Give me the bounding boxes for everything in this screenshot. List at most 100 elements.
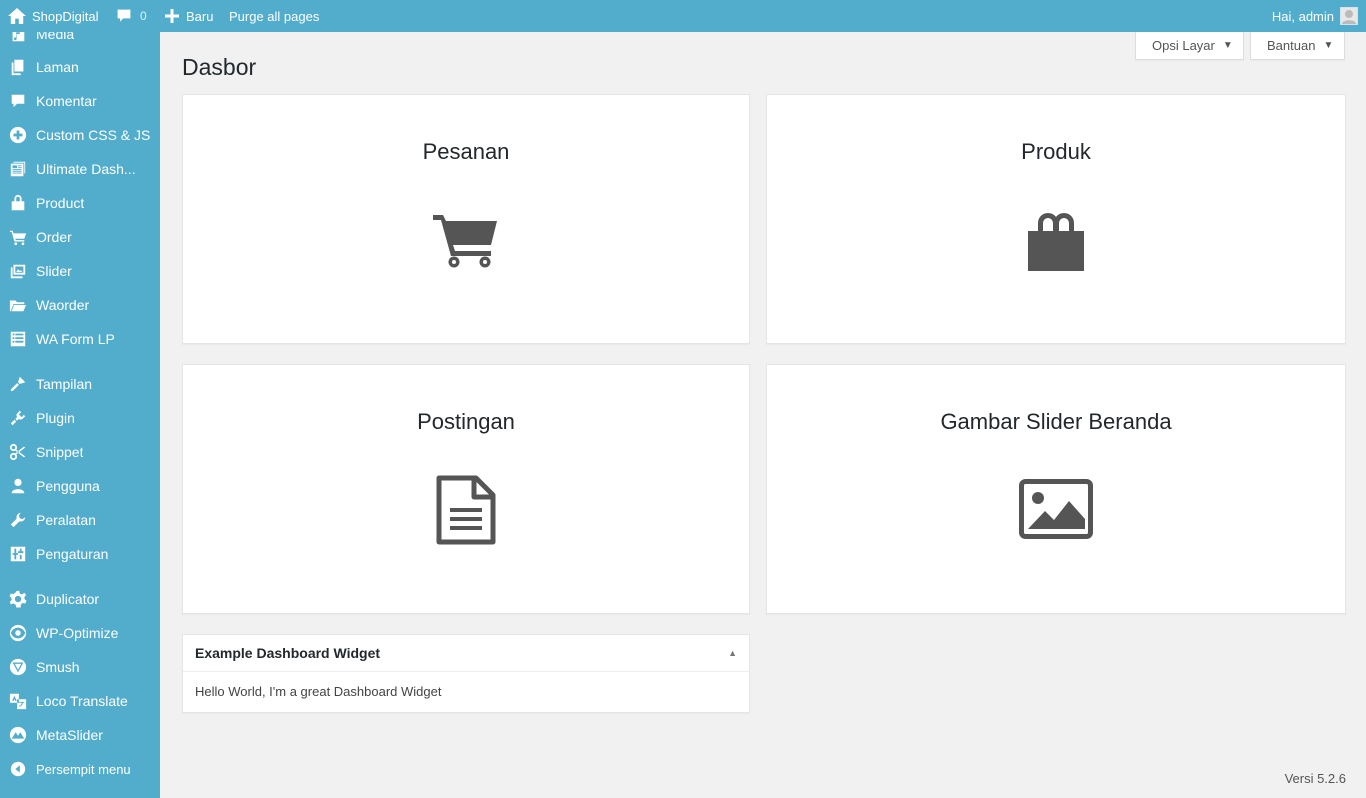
comment-icon bbox=[117, 9, 131, 22]
card-title: Postingan bbox=[417, 409, 515, 434]
plus-icon bbox=[165, 9, 179, 23]
comments-link[interactable]: 0 bbox=[116, 0, 147, 32]
sidebar-item-snippet[interactable]: Snippet bbox=[0, 435, 160, 469]
sidebar-item-order[interactable]: Order bbox=[0, 220, 160, 254]
purge-all-pages-link[interactable]: Purge all pages bbox=[229, 0, 319, 32]
sidebar-item-label: MetaSlider bbox=[36, 727, 103, 743]
purge-label: Purge all pages bbox=[229, 8, 320, 24]
main-content: Opsi Layar ▼ Bantuan ▼ Dasbor Pesanan Pr… bbox=[160, 32, 1366, 798]
settings-icon bbox=[0, 545, 36, 563]
card-title: Gambar Slider Beranda bbox=[940, 409, 1172, 434]
sidebar-item-label: Pengaturan bbox=[36, 546, 109, 562]
sidebar-item-slider[interactable]: Slider bbox=[0, 254, 160, 288]
widget-header[interactable]: Example Dashboard Widget ▲ bbox=[183, 635, 749, 672]
greeting: Hai, admin bbox=[1271, 8, 1334, 24]
translate-icon bbox=[0, 692, 36, 710]
sidebar-item-label: Persempit menu bbox=[36, 761, 131, 777]
account-menu[interactable]: Hai, admin bbox=[1272, 0, 1358, 32]
card-title: Produk bbox=[1021, 139, 1091, 164]
site-name: ShopDigital bbox=[32, 8, 99, 24]
collapse-toggle-icon[interactable]: ▲ bbox=[728, 648, 737, 658]
widget-body: Hello World, I'm a great Dashboard Widge… bbox=[195, 684, 442, 699]
admin-bar: ShopDigital 0 Baru Purge all pages Hai, … bbox=[0, 0, 1366, 32]
sidebar-item-metaslider[interactable]: MetaSlider bbox=[0, 718, 160, 752]
comments-count: 0 bbox=[140, 9, 147, 23]
sidebar-item-label: Tampilan bbox=[36, 376, 93, 392]
sidebar-item-label: WA Form LP bbox=[36, 331, 115, 347]
sidebar-item-label: Peralatan bbox=[36, 512, 96, 528]
sidebar-item-plugin[interactable]: Plugin bbox=[0, 401, 160, 435]
sidebar-item-ultimate-dashboard[interactable]: Ultimate Dash... bbox=[0, 152, 160, 186]
brush-icon bbox=[0, 375, 36, 393]
wrench-icon bbox=[0, 511, 36, 529]
sidebar-item-label: Duplicator bbox=[36, 591, 100, 607]
sidebar-item-label: Smush bbox=[36, 659, 80, 675]
sidebar-item-label: Loco Translate bbox=[36, 693, 128, 709]
cart-icon bbox=[433, 215, 497, 268]
sidebar-item-label: Plugin bbox=[36, 410, 75, 426]
image-icon bbox=[1019, 479, 1093, 539]
document-icon bbox=[436, 475, 496, 545]
smush-icon bbox=[0, 658, 36, 676]
sidebar-item-wp-optimize[interactable]: WP-Optimize bbox=[0, 616, 160, 650]
sidebar-item-label: Media bbox=[36, 32, 75, 42]
sidebar-item-custom-css-js[interactable]: Custom CSS & JS bbox=[0, 118, 160, 152]
sidebar-item-wa-form-lp[interactable]: WA Form LP bbox=[0, 322, 160, 356]
sidebar-item-media[interactable]: Media bbox=[0, 32, 160, 51]
card-gambar-slider-beranda[interactable]: Gambar Slider Beranda bbox=[766, 364, 1346, 614]
gear-icon bbox=[0, 590, 36, 608]
site-name-link[interactable]: ShopDigital bbox=[8, 0, 99, 32]
user-icon bbox=[0, 477, 36, 495]
sidebar-item-duplicator[interactable]: Duplicator bbox=[0, 582, 160, 616]
sidebar-item-laman[interactable]: Laman bbox=[0, 50, 160, 84]
dashboard-icon bbox=[0, 160, 36, 178]
comment-icon bbox=[0, 92, 36, 110]
sidebar-item-label: Snippet bbox=[36, 444, 84, 460]
sidebar-item-label: Laman bbox=[36, 59, 79, 75]
widget-title: Example Dashboard Widget bbox=[195, 645, 381, 661]
help-button[interactable]: Bantuan ▼ bbox=[1250, 32, 1345, 60]
sidebar-item-label: Ultimate Dash... bbox=[36, 161, 136, 177]
sidebar-item-label: Product bbox=[36, 195, 85, 211]
card-produk[interactable]: Produk bbox=[766, 94, 1346, 344]
plus-circle-icon bbox=[0, 126, 36, 144]
page-icon bbox=[0, 58, 36, 76]
card-title: Pesanan bbox=[422, 139, 510, 164]
sidebar-item-label: Order bbox=[36, 229, 72, 245]
sidebar-item-tampilan[interactable]: Tampilan bbox=[0, 367, 160, 401]
sidebar-item-label: Slider bbox=[36, 263, 72, 279]
page-title: Dasbor bbox=[182, 54, 257, 80]
screen-options-label: Opsi Layar bbox=[1152, 38, 1215, 53]
slides-icon bbox=[0, 262, 36, 280]
screen-options-button[interactable]: Opsi Layar ▼ bbox=[1135, 32, 1244, 60]
card-pesanan[interactable]: Pesanan bbox=[182, 94, 750, 344]
collapse-icon bbox=[0, 760, 36, 778]
sidebar-item-pengguna[interactable]: Pengguna bbox=[0, 469, 160, 503]
sidebar-item-label: Komentar bbox=[36, 93, 97, 109]
admin-sidebar: Media Laman Komentar Custom CSS & JS Ult… bbox=[0, 32, 160, 798]
media-icon bbox=[0, 32, 36, 43]
sidebar-item-pengaturan[interactable]: Pengaturan bbox=[0, 537, 160, 571]
new-label: Baru bbox=[186, 8, 214, 24]
sidebar-item-peralatan[interactable]: Peralatan bbox=[0, 503, 160, 537]
collapse-menu-button[interactable]: Persempit menu bbox=[0, 752, 160, 786]
sidebar-item-label: WP-Optimize bbox=[36, 625, 119, 641]
sidebar-item-komentar[interactable]: Komentar bbox=[0, 84, 160, 118]
scissors-icon bbox=[0, 443, 36, 461]
metaslider-icon bbox=[0, 726, 36, 744]
card-postingan[interactable]: Postingan bbox=[182, 364, 750, 614]
sidebar-item-label: Waorder bbox=[36, 297, 90, 313]
cart-icon bbox=[0, 228, 36, 246]
new-content-link[interactable]: Baru bbox=[165, 0, 213, 32]
optimize-icon bbox=[0, 624, 36, 642]
sidebar-item-smush[interactable]: Smush bbox=[0, 650, 160, 684]
avatar bbox=[1340, 7, 1358, 25]
shopping-bag-icon bbox=[1028, 213, 1084, 271]
sidebar-item-label: Pengguna bbox=[36, 478, 100, 494]
sidebar-item-loco-translate[interactable]: Loco Translate bbox=[0, 684, 160, 718]
sidebar-item-label: Custom CSS & JS bbox=[36, 127, 151, 143]
help-label: Bantuan bbox=[1267, 38, 1316, 53]
sidebar-item-waorder[interactable]: Waorder bbox=[0, 288, 160, 322]
sidebar-item-product[interactable]: Product bbox=[0, 186, 160, 220]
caret-down-icon: ▼ bbox=[1222, 40, 1233, 51]
